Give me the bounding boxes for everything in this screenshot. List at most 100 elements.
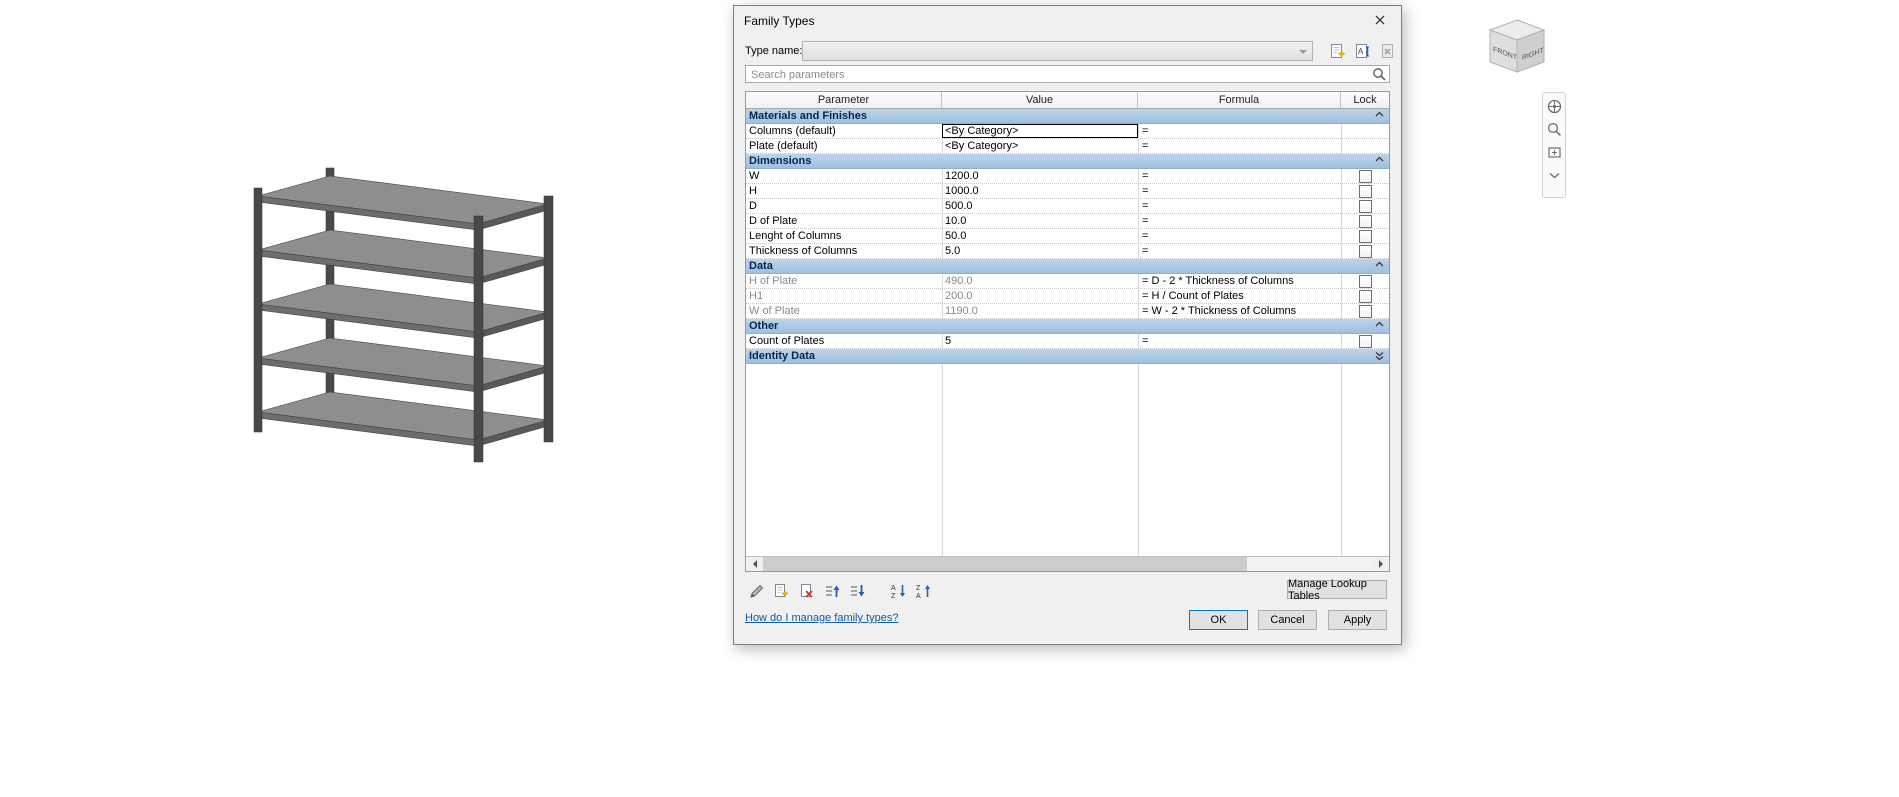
parameter-formula[interactable]: = xyxy=(1138,184,1341,198)
lock-checkbox[interactable] xyxy=(1358,244,1372,258)
parameter-value[interactable]: 10.0 xyxy=(942,214,1138,228)
edit-parameter-button[interactable] xyxy=(747,581,767,601)
parameter-name[interactable]: H1 xyxy=(746,289,942,303)
chevron-down-icon[interactable] xyxy=(1545,166,1563,184)
search-icon[interactable] xyxy=(1372,67,1387,85)
parameter-value[interactable]: 1200.0 xyxy=(942,169,1138,183)
close-button[interactable] xyxy=(1363,9,1397,31)
sort-ascending-button[interactable]: A Z xyxy=(888,581,908,601)
parameter-formula[interactable]: = H / Count of Plates xyxy=(1138,289,1341,303)
header-parameter[interactable]: Parameter xyxy=(746,92,942,108)
parameter-value[interactable]: 500.0 xyxy=(942,199,1138,213)
lock-checkbox[interactable] xyxy=(1358,334,1372,348)
section-header-other[interactable]: Other xyxy=(746,319,1389,334)
family-types-dialog: Family Types Type name: A Search paramet… xyxy=(733,5,1402,645)
sort-descending-icon: Z A xyxy=(916,585,930,599)
pan-icon[interactable] xyxy=(1545,143,1563,161)
rename-type-button[interactable]: A xyxy=(1353,41,1373,61)
parameter-name[interactable]: Plate (default) xyxy=(746,139,942,153)
horizontal-scrollbar[interactable] xyxy=(746,556,1389,571)
lock-cell xyxy=(1341,274,1389,288)
parameter-formula[interactable]: = xyxy=(1138,169,1341,183)
viewcube[interactable]: FRONT RIGHT xyxy=(1484,14,1552,80)
manage-lookup-tables-button[interactable]: Manage Lookup Tables xyxy=(1287,578,1387,602)
lock-checkbox[interactable] xyxy=(1358,289,1372,303)
help-link[interactable]: How do I manage family types? xyxy=(745,612,898,624)
parameter-value[interactable]: 490.0 xyxy=(942,274,1138,288)
parameter-formula[interactable]: = xyxy=(1138,244,1341,258)
parameter-formula[interactable]: = D - 2 * Thickness of Columns xyxy=(1138,274,1341,288)
collapsed-double-chevron-icon[interactable] xyxy=(1375,351,1384,361)
lock-checkbox[interactable] xyxy=(1358,229,1372,243)
lock-cell xyxy=(1341,199,1389,213)
scroll-right-button[interactable] xyxy=(1372,557,1389,571)
steering-wheel-icon[interactable] xyxy=(1545,97,1563,115)
delete-parameter-button[interactable] xyxy=(797,581,817,601)
parameter-name[interactable]: Count of Plates xyxy=(746,334,942,348)
parameter-formula[interactable]: = xyxy=(1138,124,1341,138)
section-header-dimensions[interactable]: Dimensions xyxy=(746,154,1389,169)
parameter-formula[interactable]: = W - 2 * Thickness of Columns xyxy=(1138,304,1341,318)
parameter-name[interactable]: W of Plate xyxy=(746,304,942,318)
apply-button[interactable]: Apply xyxy=(1328,610,1387,630)
parameter-formula[interactable]: = xyxy=(1138,199,1341,213)
expanded-chevron-icon[interactable] xyxy=(1375,156,1384,162)
lock-cell xyxy=(1341,334,1389,348)
new-type-button[interactable] xyxy=(1328,41,1348,61)
parameter-name[interactable]: H of Plate xyxy=(746,274,942,288)
header-value[interactable]: Value xyxy=(942,92,1138,108)
table-body: Materials and Finishes Columns (default) <… xyxy=(746,109,1389,556)
expanded-chevron-icon[interactable] xyxy=(1375,321,1384,327)
delete-type-button[interactable] xyxy=(1378,41,1398,61)
move-up-button[interactable] xyxy=(822,581,842,601)
scroll-thumb[interactable] xyxy=(763,557,1247,571)
zoom-icon[interactable] xyxy=(1545,120,1563,138)
ok-button[interactable]: OK xyxy=(1189,610,1248,630)
parameter-value[interactable]: 5.0 xyxy=(942,244,1138,258)
parameter-value[interactable]: 1000.0 xyxy=(942,184,1138,198)
shelf-3d-model[interactable] xyxy=(250,165,570,475)
svg-text:A: A xyxy=(891,585,896,592)
parameter-value[interactable]: 50.0 xyxy=(942,229,1138,243)
search-input[interactable] xyxy=(749,67,1371,83)
section-header-data[interactable]: Data xyxy=(746,259,1389,274)
parameter-value[interactable]: <By Category> xyxy=(942,124,1138,138)
param-row-h: H 1000.0 = xyxy=(746,184,1389,199)
parameter-name[interactable]: W xyxy=(746,169,942,183)
expanded-chevron-icon[interactable] xyxy=(1375,111,1384,117)
move-down-button[interactable] xyxy=(847,581,867,601)
parameter-name[interactable]: Thickness of Columns xyxy=(746,244,942,258)
parameter-name[interactable]: Columns (default) xyxy=(746,124,942,138)
lock-checkbox[interactable] xyxy=(1358,214,1372,228)
parameter-name[interactable]: D xyxy=(746,199,942,213)
parameter-name[interactable]: Lenght of Columns xyxy=(746,229,942,243)
section-title: Data xyxy=(749,260,773,272)
parameter-value[interactable]: 200.0 xyxy=(942,289,1138,303)
header-formula[interactable]: Formula xyxy=(1138,92,1341,108)
header-lock[interactable]: Lock xyxy=(1341,92,1389,108)
parameter-formula[interactable]: = xyxy=(1138,229,1341,243)
parameter-name[interactable]: D of Plate xyxy=(746,214,942,228)
lock-checkbox[interactable] xyxy=(1358,274,1372,288)
lock-checkbox[interactable] xyxy=(1358,169,1372,183)
cancel-button[interactable]: Cancel xyxy=(1258,610,1317,630)
lock-checkbox[interactable] xyxy=(1358,199,1372,213)
section-header-identity-data[interactable]: Identity Data xyxy=(746,349,1389,364)
parameter-name[interactable]: H xyxy=(746,184,942,198)
parameter-value[interactable]: 1190.0 xyxy=(942,304,1138,318)
parameter-formula[interactable]: = xyxy=(1138,334,1341,348)
expanded-chevron-icon[interactable] xyxy=(1375,261,1384,267)
parameter-value[interactable]: <By Category> xyxy=(942,139,1138,153)
parameter-value[interactable]: 5 xyxy=(942,334,1138,348)
lock-checkbox[interactable] xyxy=(1358,304,1372,318)
section-header-materials-and-finishes[interactable]: Materials and Finishes xyxy=(746,109,1389,124)
new-parameter-button[interactable] xyxy=(772,581,792,601)
parameter-formula[interactable]: = xyxy=(1138,139,1341,153)
scroll-left-button[interactable] xyxy=(746,557,763,571)
section-title: Materials and Finishes xyxy=(749,110,867,122)
parameter-formula[interactable]: = xyxy=(1138,214,1341,228)
sort-descending-button[interactable]: Z A xyxy=(913,581,933,601)
dialog-titlebar[interactable]: Family Types xyxy=(734,6,1401,34)
lock-checkbox[interactable] xyxy=(1358,184,1372,198)
param-row-thickness-of-columns: Thickness of Columns 5.0 = xyxy=(746,244,1389,259)
